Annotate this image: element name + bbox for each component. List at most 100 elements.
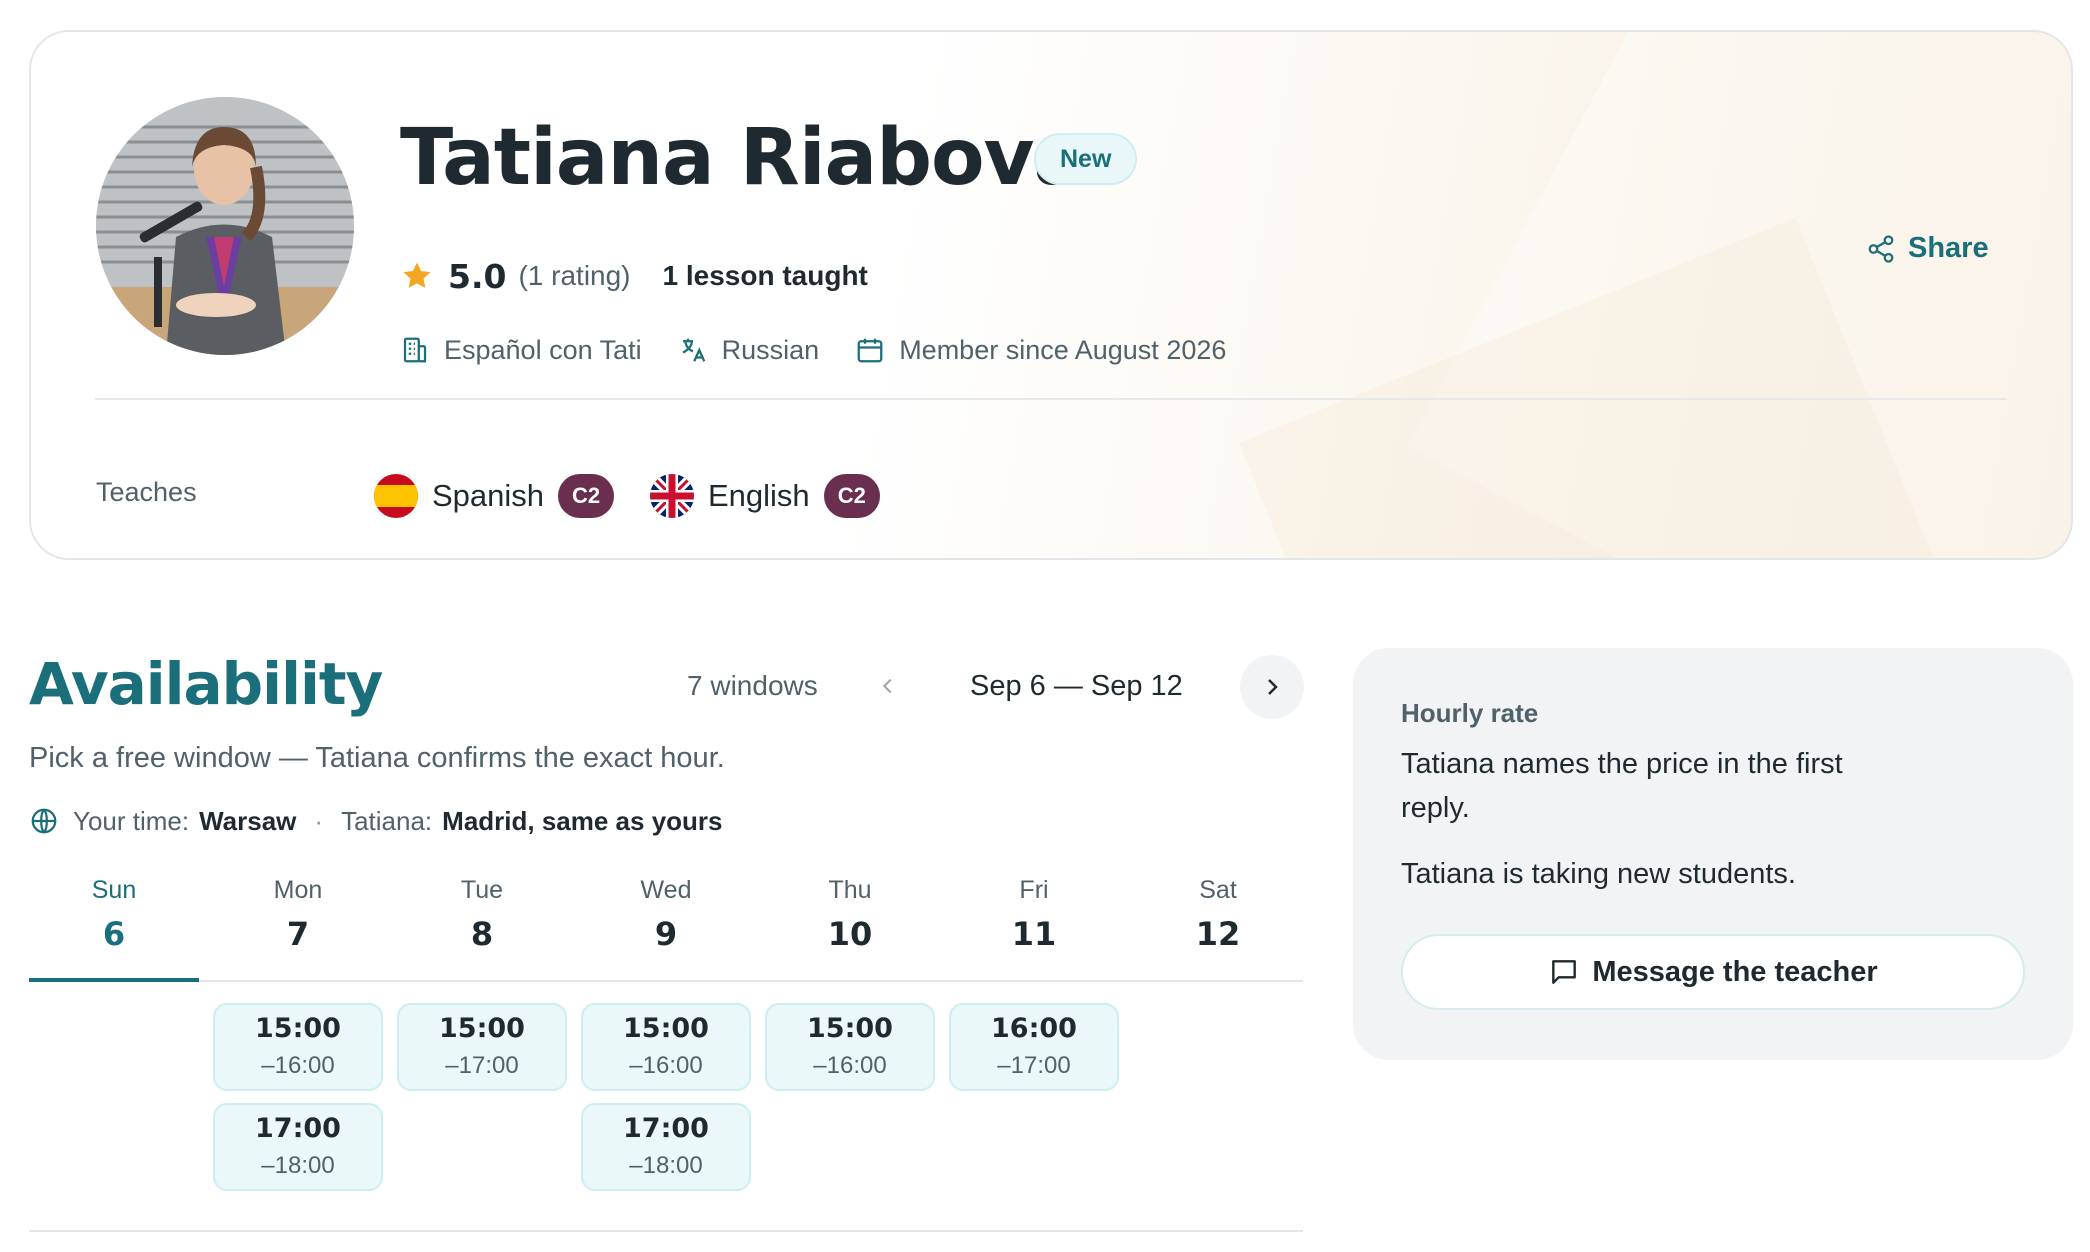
rate-label: Hourly rate xyxy=(1401,698,1539,728)
active-day-indicator xyxy=(29,978,199,982)
day-number: 7 xyxy=(286,915,310,953)
slot-start: 17:00 xyxy=(255,1113,341,1144)
avatar xyxy=(96,97,354,355)
your-time-value: Warsaw xyxy=(199,805,297,836)
day-number: 9 xyxy=(654,915,678,953)
teaches-label: Teaches xyxy=(96,477,197,507)
slot-end: –17:00 xyxy=(997,1052,1071,1079)
day-tab-tue[interactable]: Tue 8 xyxy=(397,870,567,980)
day-number: 10 xyxy=(827,915,873,953)
language-meta: Russian xyxy=(678,334,820,366)
teacher-meta: Español con Tati Russian Member since Au… xyxy=(400,330,1262,370)
day-name: Sat xyxy=(1199,876,1237,904)
uk-flag-icon xyxy=(650,474,694,518)
divider xyxy=(95,398,2007,400)
message-button-label: Message the teacher xyxy=(1592,955,1878,988)
slot-end: –16:00 xyxy=(261,1052,335,1079)
lessons-taught: 1 lesson taught xyxy=(662,260,868,291)
windows-count: 7 windows xyxy=(687,670,818,701)
slot-start: 16:00 xyxy=(991,1013,1077,1044)
day-name: Wed xyxy=(640,876,692,904)
day-name: Fri xyxy=(1019,876,1049,904)
slot-start: 15:00 xyxy=(255,1013,341,1044)
day-tab-fri[interactable]: Fri 11 xyxy=(949,870,1119,980)
slot-end: –16:00 xyxy=(629,1052,703,1079)
time-slot-fri-1[interactable]: 16:00 –17:00 xyxy=(949,1003,1119,1091)
member-since: Member since August 2026 xyxy=(899,334,1227,365)
share-button[interactable]: Share xyxy=(1866,232,1989,265)
slot-start: 15:00 xyxy=(807,1013,893,1044)
share-icon xyxy=(1868,234,1894,263)
time-slot-wed-2[interactable]: 17:00 –18:00 xyxy=(581,1103,751,1191)
previous-week-button[interactable] xyxy=(866,664,910,708)
slot-end: –18:00 xyxy=(629,1152,703,1179)
day-tabs: Sun 6 Mon 7 Tue 8 Wed 9 Thu 10 Fri 11 Sa… xyxy=(29,870,1303,982)
time-slot-thu-1[interactable]: 15:00 –16:00 xyxy=(765,1003,935,1091)
day-tab-wed[interactable]: Wed 9 xyxy=(581,870,751,980)
rating-count: (1 rating) xyxy=(518,260,631,291)
message-teacher-button[interactable]: Message the teacher xyxy=(1401,934,2025,1010)
teacher-name: Tatiana Riabova xyxy=(400,113,1086,203)
day-name: Sun xyxy=(91,876,137,904)
time-slot-mon-2[interactable]: 17:00 –18:00 xyxy=(213,1103,383,1191)
avatar-photo xyxy=(96,97,354,355)
time-slot-wed-1[interactable]: 15:00 –16:00 xyxy=(581,1003,751,1091)
native-language: Russian xyxy=(721,334,820,365)
rating-value: 5.0 xyxy=(448,256,507,296)
separator-dot: · xyxy=(314,805,324,836)
rating-row: 5.0 (1 rating) 1 lesson taught xyxy=(400,254,868,298)
availability-subtitle: Pick a free window — Tatiana confirms th… xyxy=(29,742,725,774)
day-number: 12 xyxy=(1195,915,1241,953)
slot-start: 15:00 xyxy=(439,1013,525,1044)
day-number: 6 xyxy=(102,915,126,953)
teacher-time-value: Madrid, same as yours xyxy=(442,805,723,836)
spain-flag-icon xyxy=(374,474,418,518)
teacher-time-label: Tatiana: xyxy=(341,805,433,836)
teacher-profile-card: Tatiana Riabova New 5.0 (1 rating) 1 les… xyxy=(29,30,2073,560)
slot-start: 17:00 xyxy=(623,1113,709,1144)
teaches-language-spanish: Spanish C2 xyxy=(374,472,615,520)
next-week-button[interactable] xyxy=(1240,655,1304,719)
slot-end: –16:00 xyxy=(813,1052,887,1079)
day-name: Mon xyxy=(273,876,323,904)
calendar-icon xyxy=(857,338,883,363)
language-name: English xyxy=(708,478,810,513)
availability-status: Tatiana is taking new students. xyxy=(1401,858,1796,890)
teaches-language-english: English C2 xyxy=(650,472,880,520)
day-tab-sun[interactable]: Sun 6 xyxy=(29,870,199,982)
day-tab-mon[interactable]: Mon 7 xyxy=(213,870,383,980)
divider xyxy=(29,1230,1303,1232)
week-range: Sep 6 — Sep 12 xyxy=(970,670,1183,702)
availability-title: Availability xyxy=(29,650,383,718)
member-since-meta: Member since August 2026 xyxy=(855,335,1226,366)
day-name: Thu xyxy=(828,876,872,904)
your-time-label: Your time: xyxy=(73,805,190,836)
day-number: 8 xyxy=(470,915,494,953)
share-label: Share xyxy=(1908,232,1989,264)
new-badge: New xyxy=(1034,133,1138,185)
day-number: 11 xyxy=(1011,915,1057,953)
chevron-left-icon xyxy=(882,678,892,694)
building-icon xyxy=(403,337,427,363)
slot-end: –18:00 xyxy=(261,1152,335,1179)
school-name: Español con Tati xyxy=(444,334,642,365)
time-slot-mon-1[interactable]: 15:00 –16:00 xyxy=(213,1003,383,1091)
translate-icon xyxy=(682,338,705,362)
school-meta: Español con Tati xyxy=(400,335,642,366)
slot-start: 15:00 xyxy=(623,1013,709,1044)
chevron-right-icon xyxy=(1268,679,1278,695)
level-badge: C2 xyxy=(558,474,615,518)
message-icon xyxy=(1552,960,1577,984)
timezone-row: Your time: Warsaw · Tatiana: Madrid, sam… xyxy=(29,803,723,839)
level-badge: C2 xyxy=(823,474,880,518)
rate-text: Tatiana names the price in the first rep… xyxy=(1401,748,1843,824)
day-tab-thu[interactable]: Thu 10 xyxy=(765,870,935,980)
star-icon xyxy=(403,262,431,288)
slot-end: –17:00 xyxy=(445,1052,519,1079)
day-name: Tue xyxy=(460,876,504,904)
language-name: Spanish xyxy=(432,478,545,513)
day-tab-sat[interactable]: Sat 12 xyxy=(1133,870,1303,980)
time-slot-tue-1[interactable]: 15:00 –17:00 xyxy=(397,1003,567,1091)
hourly-rate-panel: Hourly rate Tatiana names the price in t… xyxy=(1353,648,2073,1060)
globe-icon xyxy=(31,808,57,834)
